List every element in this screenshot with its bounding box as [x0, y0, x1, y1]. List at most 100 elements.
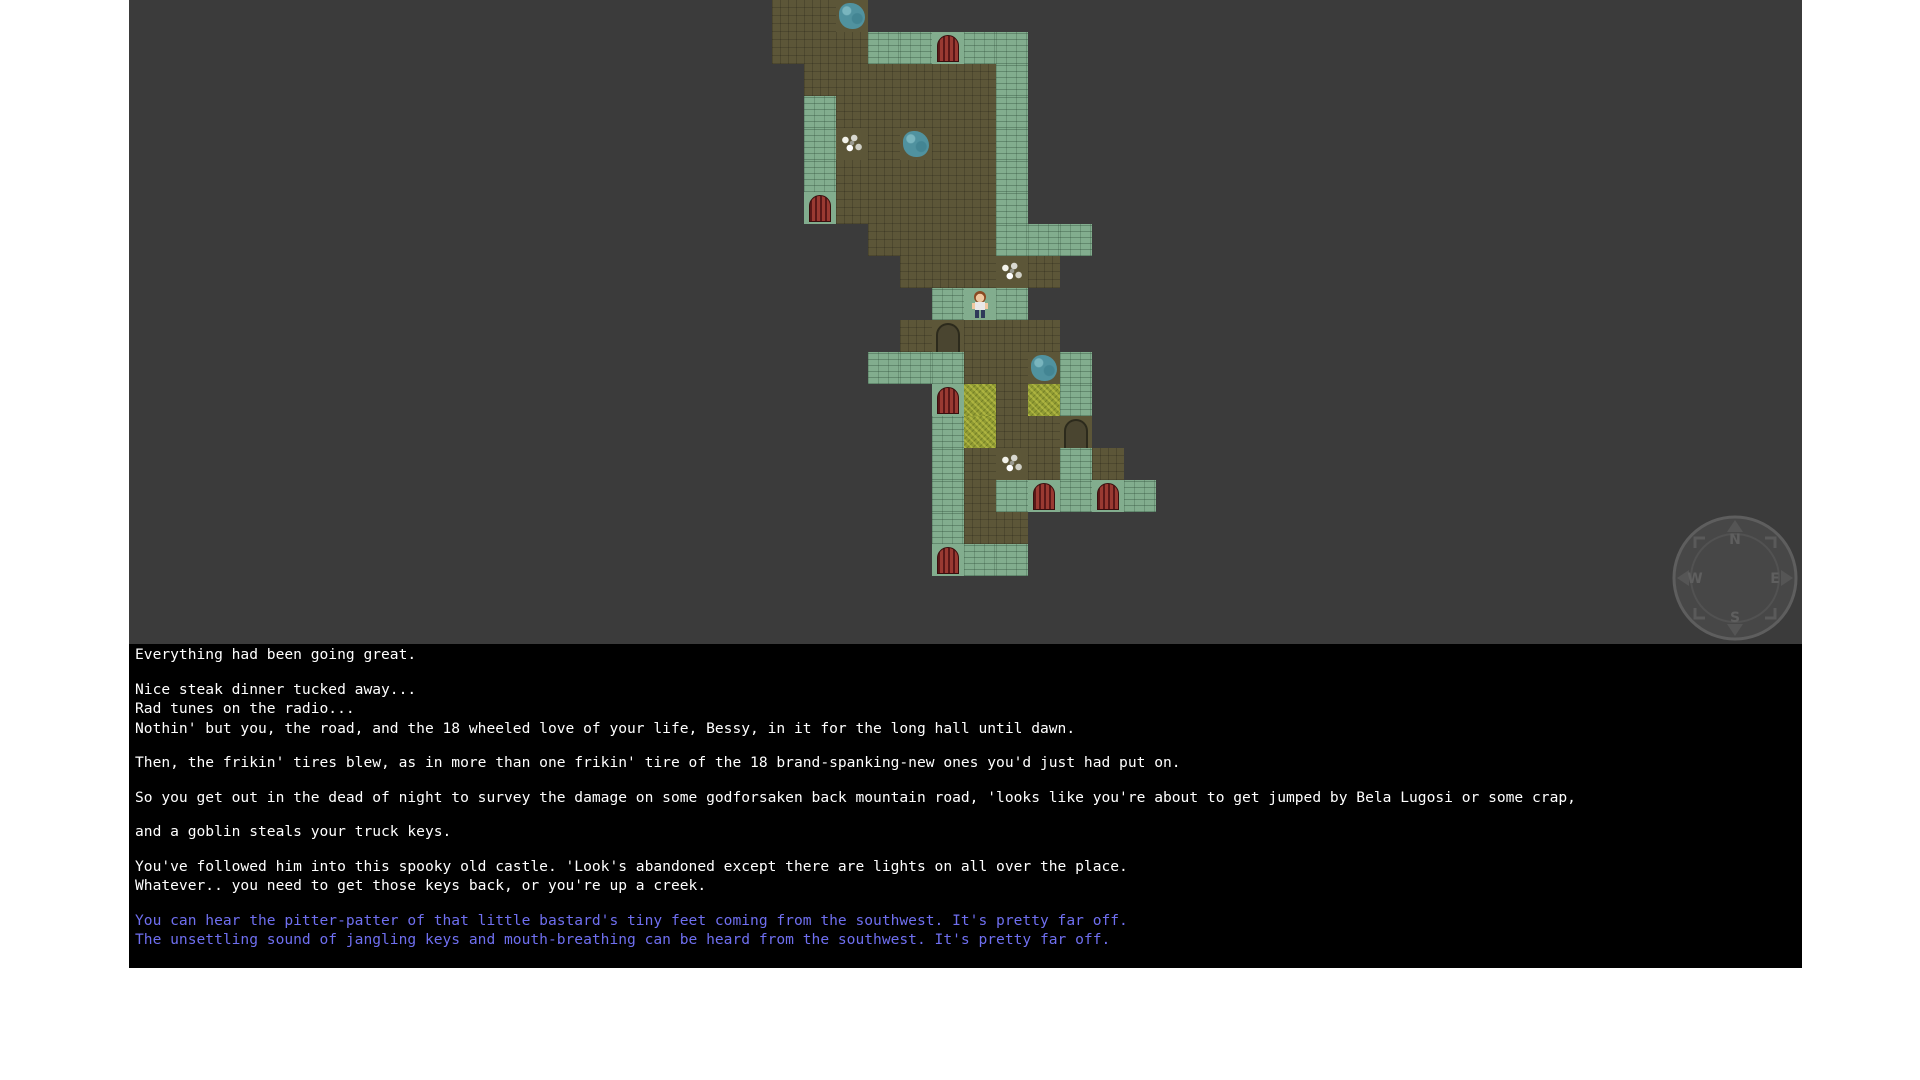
floor-tile — [1028, 416, 1060, 448]
log-message: Nothin' but you, the road, and the 18 wh… — [135, 719, 1076, 737]
log-sound-message: You can hear the pitter-patter of that l… — [135, 911, 1128, 929]
floor-tile — [900, 96, 932, 128]
log-sound-message: The unsettling sound of jangling keys an… — [135, 931, 1111, 948]
floor-tile — [868, 128, 900, 160]
message-log: Everything had been going great. Nice st… — [129, 644, 1802, 968]
wall-tile — [804, 160, 836, 192]
water-puddle-tile — [836, 0, 868, 32]
floor-tile — [868, 224, 900, 256]
dungeon-map-view[interactable]: N S W E — [129, 0, 1802, 644]
door-tile[interactable] — [1028, 480, 1060, 512]
floor-tile — [996, 352, 1028, 384]
water-puddle-tile — [900, 128, 932, 160]
floor-tile — [932, 64, 964, 96]
compass-rose-icon[interactable]: N S W E — [1671, 514, 1799, 642]
floor-tile — [932, 192, 964, 224]
floor-tile — [868, 96, 900, 128]
floor-tile — [772, 0, 804, 32]
moss-tile — [964, 416, 996, 448]
wall-tile — [1124, 480, 1156, 512]
floor-tile — [900, 224, 932, 256]
wall-tile — [996, 288, 1028, 320]
floor-tile — [932, 96, 964, 128]
floor-tile — [964, 448, 996, 480]
wall-tile — [996, 544, 1028, 576]
bones-pile-tile — [836, 128, 868, 160]
wall-tile — [868, 32, 900, 64]
wall-tile — [1060, 384, 1092, 416]
floor-tile — [868, 64, 900, 96]
floor-tile — [900, 64, 932, 96]
door-tile[interactable] — [932, 32, 964, 64]
floor-tile — [836, 32, 868, 64]
door-tile[interactable] — [932, 384, 964, 416]
moss-tile — [1028, 384, 1060, 416]
floor-tile — [868, 192, 900, 224]
log-message: You've followed him into this spooky old… — [135, 857, 1128, 875]
floor-tile — [1028, 320, 1060, 352]
wall-tile — [932, 288, 964, 320]
bones-pile-tile — [996, 448, 1028, 480]
floor-tile — [996, 512, 1028, 544]
floor-tile — [964, 512, 996, 544]
log-message: Whatever.. you need to get those keys ba… — [135, 877, 707, 894]
wall-tile — [1060, 448, 1092, 480]
wall-tile — [868, 352, 900, 384]
log-message: Rad tunes on the radio... — [135, 700, 355, 717]
floor-tile — [964, 352, 996, 384]
wall-tile — [932, 416, 964, 448]
water-puddle-tile — [1028, 352, 1060, 384]
wall-tile — [900, 352, 932, 384]
log-message: Nice steak dinner tucked away... — [135, 680, 417, 698]
player-character-sprite — [972, 291, 988, 318]
wall-tile — [996, 224, 1028, 256]
log-message: Then, the frikin' tires blew, as in more… — [135, 754, 1181, 771]
compass-north-label: N — [1729, 532, 1741, 548]
floor-tile — [772, 32, 804, 64]
wall-tile — [932, 480, 964, 512]
door-tile[interactable] — [1092, 480, 1124, 512]
log-message: Everything had been going great. — [135, 646, 417, 663]
wall-tile — [996, 64, 1028, 96]
floor-tile — [996, 384, 1028, 416]
floor-tile — [964, 256, 996, 288]
floor-tile — [900, 192, 932, 224]
floor-tile — [964, 64, 996, 96]
compass-west-label: W — [1687, 571, 1702, 587]
log-message: and a goblin steals your truck keys. — [135, 823, 452, 840]
wall-tile — [804, 96, 836, 128]
wall-tile — [1060, 352, 1092, 384]
wall-tile — [996, 32, 1028, 64]
floor-tile — [900, 320, 932, 352]
floor-tile — [836, 96, 868, 128]
wall-tile — [996, 192, 1028, 224]
floor-tile — [836, 64, 868, 96]
floor-tile — [836, 192, 868, 224]
floor-tile — [964, 480, 996, 512]
floor-tile — [964, 320, 996, 352]
wall-tile — [996, 128, 1028, 160]
wall-tile — [996, 160, 1028, 192]
wall-tile — [964, 544, 996, 576]
door-tile[interactable] — [804, 192, 836, 224]
floor-tile — [964, 224, 996, 256]
wall-tile — [1060, 480, 1092, 512]
floor-tile — [932, 160, 964, 192]
floor-tile — [996, 416, 1028, 448]
floor-tile — [964, 160, 996, 192]
floor-tile — [804, 32, 836, 64]
door-tile[interactable] — [932, 544, 964, 576]
wall-tile — [1060, 224, 1092, 256]
wall-tile — [996, 480, 1028, 512]
archway-tile — [1060, 416, 1092, 448]
wall-tile — [996, 96, 1028, 128]
floor-tile — [964, 128, 996, 160]
floor-tile — [932, 256, 964, 288]
archway-tile — [932, 320, 964, 352]
floor-tile — [1028, 256, 1060, 288]
wall-tile — [932, 352, 964, 384]
floor-tile — [932, 128, 964, 160]
floor-tile — [1028, 448, 1060, 480]
wall-tile — [804, 128, 836, 160]
wall-tile — [1028, 224, 1060, 256]
